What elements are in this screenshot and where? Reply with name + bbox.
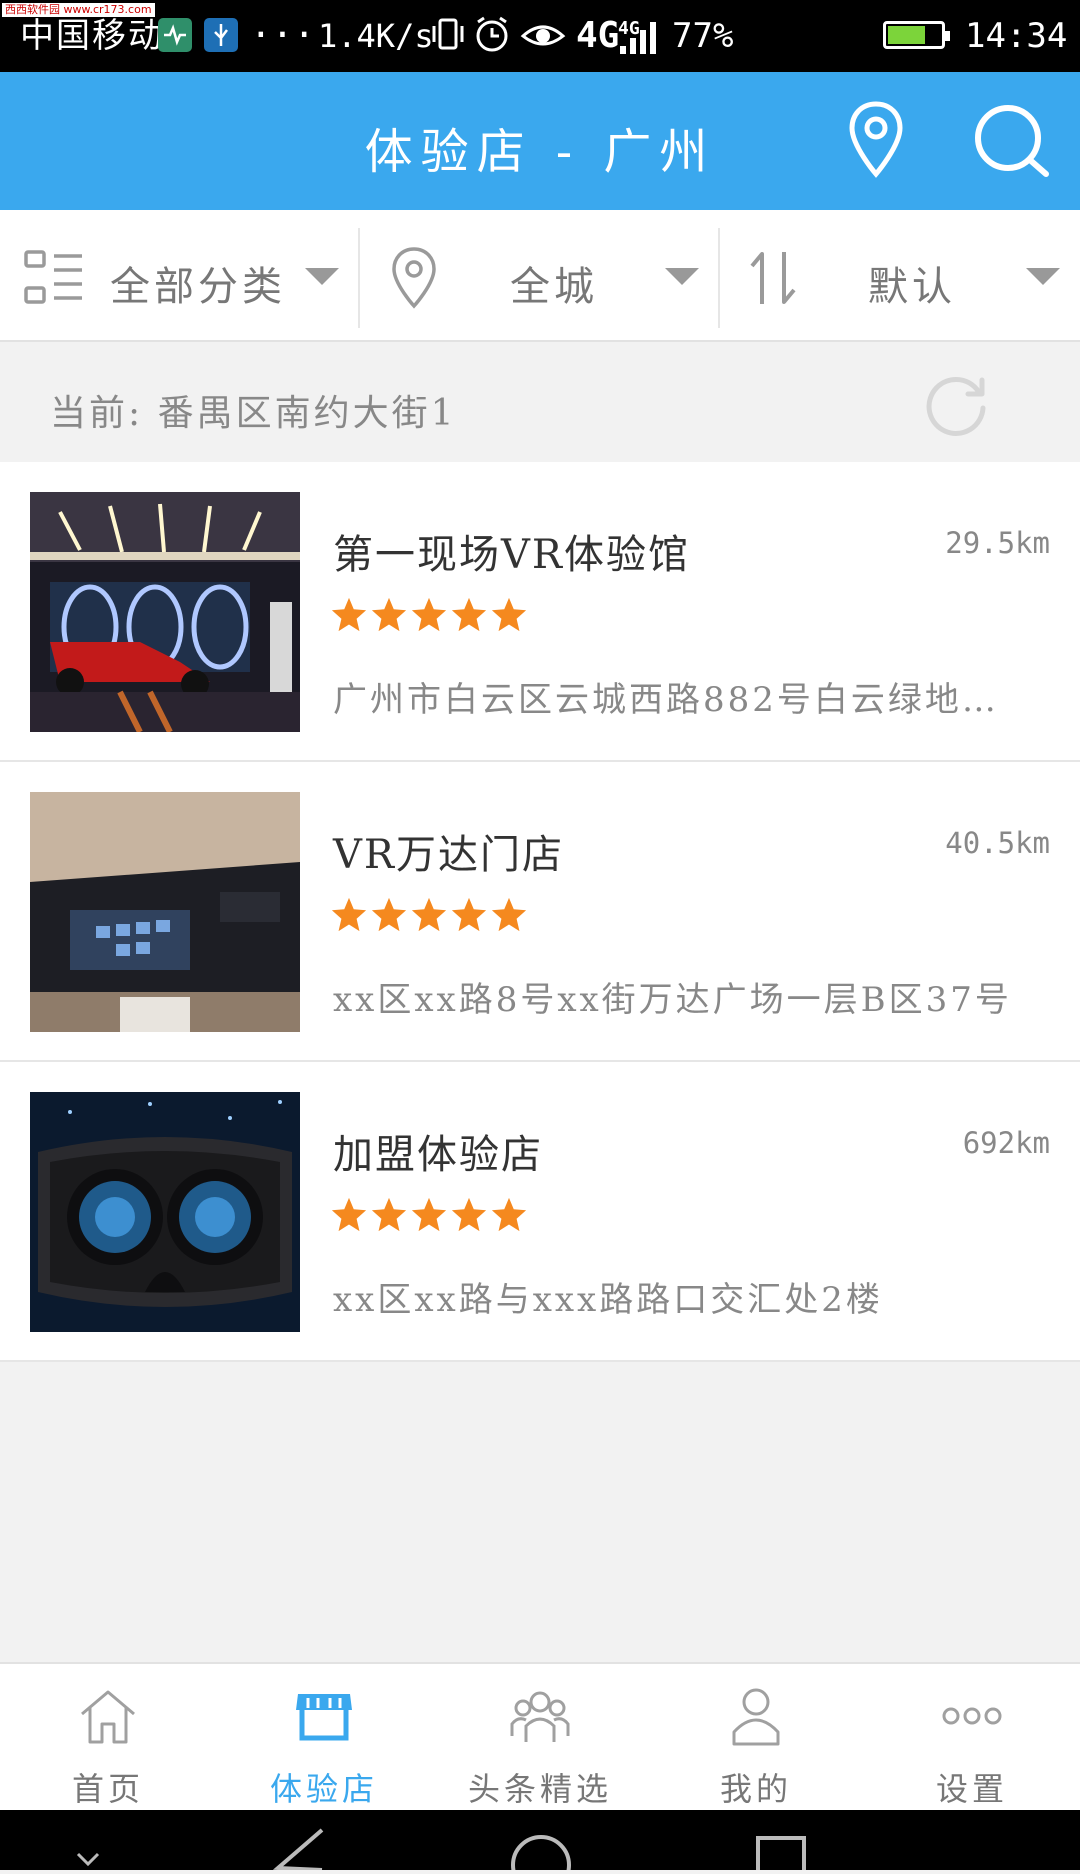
store-thumbnail xyxy=(30,1092,300,1332)
star-icon xyxy=(331,897,367,932)
recent-apps-icon[interactable] xyxy=(752,1810,812,1874)
store-name: VR万达门店 xyxy=(333,832,565,878)
tab-settings[interactable]: 设置 xyxy=(864,1664,1080,1810)
store-thumbnail xyxy=(30,792,300,1032)
star-icon xyxy=(331,597,367,632)
store-icon xyxy=(294,1686,354,1746)
network-speed: 1.4K/s xyxy=(318,17,434,55)
network-type: 4G xyxy=(576,15,620,56)
store-name: 加盟体验店 xyxy=(333,1132,543,1178)
clock: 14:34 xyxy=(965,16,1068,56)
group-icon xyxy=(510,1686,570,1746)
more-dots-icon xyxy=(942,1686,1002,1746)
more-notifications: ··· xyxy=(250,15,316,56)
star-rating xyxy=(330,896,530,940)
store-address: 广州市白云区云城西路882号白云绿地… xyxy=(333,680,999,720)
system-nav-bar xyxy=(0,1810,1080,1874)
star-icon xyxy=(491,1197,527,1232)
category-filter[interactable]: 全部分类 xyxy=(0,210,358,340)
signal-icon xyxy=(618,18,658,66)
category-filter-label: 全部分类 xyxy=(110,264,286,310)
battery-icon xyxy=(883,21,950,49)
store-item[interactable]: VR万达门店 40.5km xx区xx路8号xx街万达广场一层B区37号 xyxy=(0,762,1080,1062)
alarm-icon xyxy=(472,14,512,64)
collapse-icon[interactable] xyxy=(74,1810,104,1874)
tab-headlines[interactable]: 头条精选 xyxy=(432,1664,648,1810)
store-distance: 40.5km xyxy=(945,826,1050,860)
tab-mine[interactable]: 我的 xyxy=(648,1664,864,1810)
person-icon xyxy=(726,1686,786,1746)
star-icon xyxy=(331,1197,367,1232)
filter-bar: 全部分类 全城 默认 xyxy=(0,210,1080,342)
store-item[interactable]: 加盟体验店 692km xx区xx路与xxx路路口交汇处2楼 xyxy=(0,1062,1080,1362)
tab-label: 我的 xyxy=(719,1770,792,1808)
usb-icon xyxy=(204,18,238,52)
star-icon xyxy=(371,597,407,632)
tab-label: 设置 xyxy=(935,1770,1008,1808)
store-list: 第一现场VR体验馆 29.5km 广州市白云区云城西路882号白云绿地… VR万… xyxy=(0,462,1080,1362)
star-icon xyxy=(371,897,407,932)
store-thumbnail xyxy=(30,492,300,732)
bottom-tab-bar: 首页 体验店 头条精选 我的 设置 xyxy=(0,1662,1080,1810)
store-distance: 29.5km xyxy=(945,526,1050,560)
home-icon xyxy=(78,1686,138,1746)
star-icon xyxy=(451,597,487,632)
list-grid-icon xyxy=(24,250,84,310)
store-distance: 692km xyxy=(962,1126,1050,1160)
carrier-label: 中国移动 xyxy=(20,16,164,56)
map-pin-icon[interactable] xyxy=(848,100,904,184)
home-nav-icon[interactable] xyxy=(506,1810,576,1874)
tab-home[interactable]: 首页 xyxy=(0,1664,216,1810)
area-filter[interactable]: 全城 xyxy=(360,210,718,340)
current-location-bar: 当前: 番禺区南约大街1 xyxy=(0,342,1080,462)
refresh-icon[interactable] xyxy=(922,370,992,444)
search-icon[interactable] xyxy=(972,102,1052,186)
star-icon xyxy=(411,897,447,932)
chevron-down-icon xyxy=(1026,268,1060,285)
store-item[interactable]: 第一现场VR体验馆 29.5km 广州市白云区云城西路882号白云绿地… xyxy=(0,462,1080,762)
chevron-down-icon xyxy=(305,268,339,285)
sort-filter-label: 默认 xyxy=(868,264,956,310)
star-icon xyxy=(451,897,487,932)
store-address: xx区xx路与xxx路路口交汇处2楼 xyxy=(333,1280,883,1320)
eye-comfort-icon xyxy=(520,14,566,64)
star-icon xyxy=(411,1197,447,1232)
chevron-down-icon xyxy=(665,268,699,285)
health-app-icon xyxy=(158,18,192,52)
status-bar: 西西软件园 www.cr173.com 中国移动 ··· 1.4K/s 4G 4… xyxy=(0,0,1080,72)
star-icon xyxy=(371,1197,407,1232)
star-icon xyxy=(411,597,447,632)
battery-percent: 77% xyxy=(672,16,734,56)
store-address: xx区xx路8号xx街万达广场一层B区37号 xyxy=(333,980,1012,1020)
star-icon xyxy=(491,897,527,932)
store-name: 第一现场VR体验馆 xyxy=(333,532,691,578)
star-rating xyxy=(330,1196,530,1240)
tab-stores[interactable]: 体验店 xyxy=(216,1664,432,1810)
back-icon[interactable] xyxy=(270,1810,330,1874)
tab-label: 首页 xyxy=(71,1770,144,1808)
app-header: 体验店 - 广州 xyxy=(0,72,1080,210)
vibrate-icon xyxy=(428,14,468,64)
star-icon xyxy=(451,1197,487,1232)
sort-arrows-icon xyxy=(746,250,802,310)
tab-label: 体验店 xyxy=(269,1770,378,1808)
tab-label: 头条精选 xyxy=(467,1770,612,1808)
star-rating xyxy=(330,596,530,640)
star-icon xyxy=(491,597,527,632)
current-location-text: 当前: 番禺区南约大街1 xyxy=(50,393,457,434)
sort-filter[interactable]: 默认 xyxy=(720,210,1080,340)
page-title: 体验店 - 广州 xyxy=(364,124,716,180)
area-filter-label: 全城 xyxy=(510,264,598,310)
location-pin-icon xyxy=(390,246,438,314)
